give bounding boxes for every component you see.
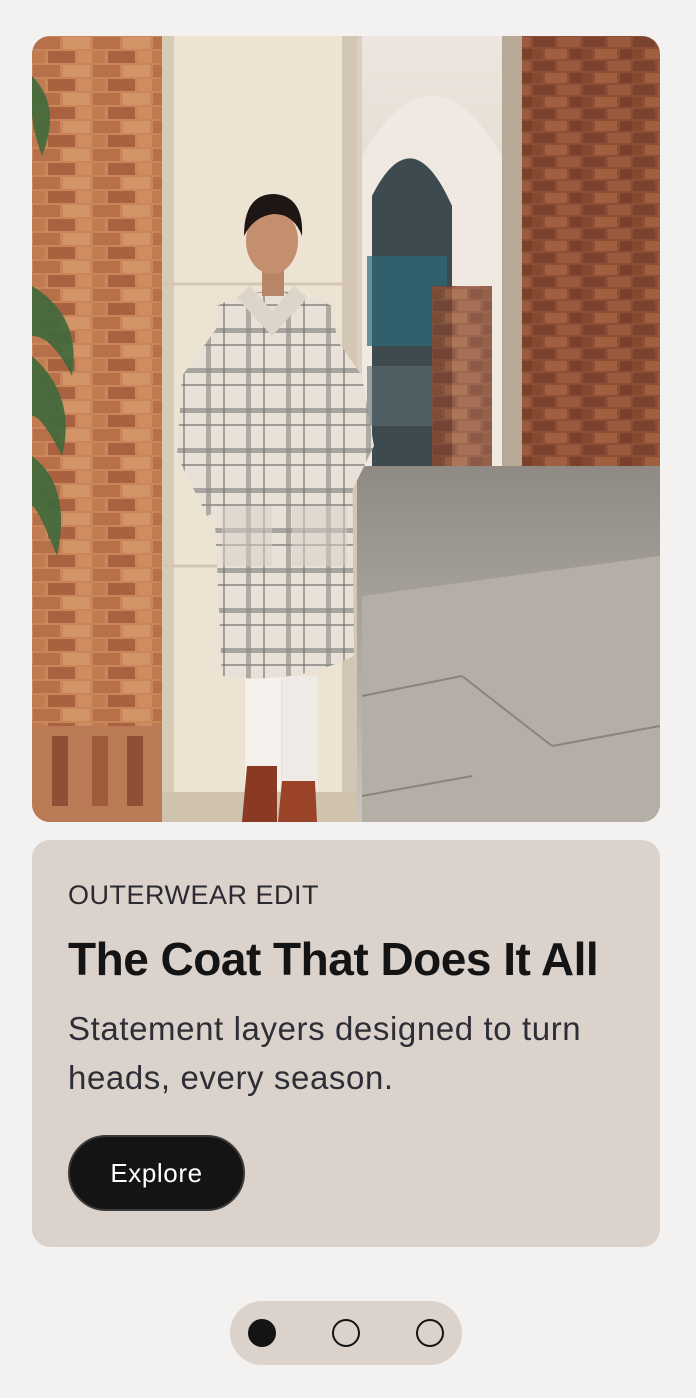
promo-headline: The Coat That Does It All	[68, 933, 599, 985]
hero-photo	[32, 36, 660, 822]
pagination-dot-3[interactable]	[416, 1319, 444, 1347]
hero-image	[32, 36, 660, 822]
eyebrow-label: OUTERWEAR EDIT	[68, 880, 320, 910]
promo-card: OUTERWEAR EDIT The Coat That Does It All…	[32, 840, 660, 1247]
pagination-dot-1[interactable]	[248, 1319, 276, 1347]
carousel-pagination	[230, 1301, 462, 1365]
pagination-dot-2[interactable]	[332, 1319, 360, 1347]
explore-button[interactable]: Explore	[68, 1135, 245, 1211]
promo-subtext: Statement layers designed to turn heads,…	[68, 1010, 582, 1096]
